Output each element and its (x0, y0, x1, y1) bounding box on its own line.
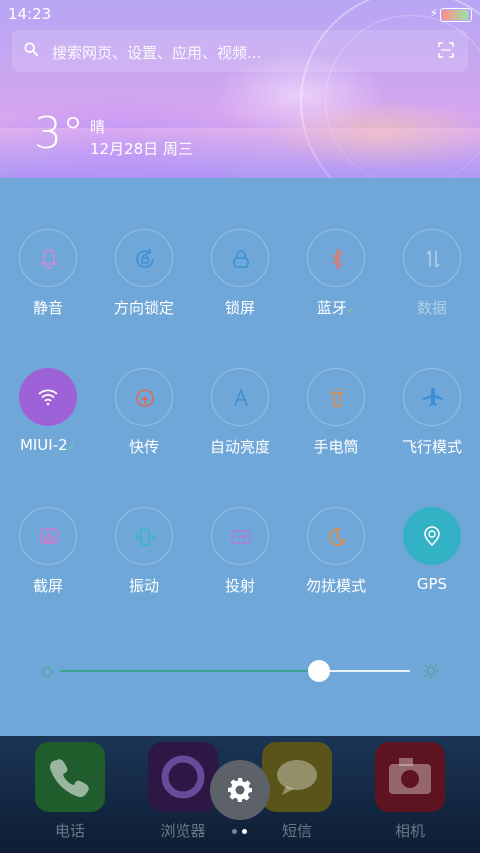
vibrate-icon (135, 528, 155, 546)
toggle-circle (19, 507, 77, 565)
settings-button[interactable] (210, 760, 270, 820)
toggle-circle (307, 229, 365, 287)
toggle-label-text: 蓝牙 (316, 299, 347, 317)
browser-icon (148, 742, 218, 812)
toggle-label: 飞行模式 (401, 438, 462, 456)
mobile-data-icon (426, 250, 440, 268)
toggle-auto-brightness[interactable]: 自动亮度 (192, 368, 288, 478)
toggle-airplane[interactable]: 飞行模式 (384, 368, 480, 478)
rotation-lock-icon (136, 249, 154, 268)
toggle-circle (307, 368, 365, 426)
toggle-label: 静音 (32, 299, 63, 317)
toggle-circle (115, 229, 173, 287)
toggle-circle (403, 229, 461, 287)
toggle-mute[interactable]: 静音 (0, 229, 96, 339)
toggle-mobile-data[interactable]: 数据 (384, 229, 480, 339)
toggle-label: 蓝牙✓ (288, 297, 384, 318)
check-icon: ✓ (346, 305, 356, 316)
toggle-label: 自动亮度 (209, 438, 270, 456)
date: 12月28日 周三 (90, 140, 193, 158)
app-label: 短信 (281, 822, 312, 840)
toggle-quick-transfer[interactable]: 快传 (96, 368, 192, 478)
app-label: 相机 (394, 822, 425, 840)
brightness-low-icon (42, 667, 52, 677)
message-icon (262, 742, 332, 812)
search-placeholder: 搜索网页、设置、应用、视频... (52, 44, 262, 62)
wifi-icon (38, 389, 58, 406)
toggle-label: 锁屏 (224, 299, 255, 317)
weather-condition: 晴 (90, 118, 106, 136)
page-indicator-dot (232, 829, 237, 834)
toggle-label: 方向锁定 (113, 299, 174, 317)
battery-icon (440, 8, 472, 22)
gear-icon (228, 778, 252, 802)
toggle-gps[interactable]: GPS (384, 507, 480, 617)
flashlight-icon (330, 388, 344, 407)
toggle-flashlight[interactable]: 手电筒 (288, 368, 384, 478)
app-label: 浏览器 (160, 822, 206, 840)
app-browser[interactable]: 浏览器 (147, 742, 219, 841)
auto-brightness-icon (234, 387, 248, 407)
toggle-label: 振动 (128, 577, 159, 595)
toggle-circle (19, 229, 77, 287)
toggle-label: 投射 (224, 577, 255, 595)
toggle-label: 快传 (128, 438, 159, 456)
check-icon: ✓ (67, 442, 77, 453)
toggle-wifi[interactable]: MIUI-2✓ (0, 368, 96, 478)
toggle-circle (211, 368, 269, 426)
toggle-circle (19, 368, 77, 426)
gps-icon (424, 526, 440, 547)
status-bar: 14:23 ⚡ (0, 0, 480, 28)
toggle-screenshot[interactable]: 截屏 (0, 507, 96, 617)
toggle-rotation-lock[interactable]: 方向锁定 (96, 229, 192, 339)
app-messages[interactable]: 短信 (261, 742, 333, 841)
app-phone[interactable]: 电话 (34, 742, 106, 841)
toggle-vibrate[interactable]: 振动 (96, 507, 192, 617)
toggle-label: GPS (416, 575, 448, 593)
scan-icon[interactable] (438, 42, 454, 58)
toggle-circle (403, 368, 461, 426)
quick-transfer-icon (136, 389, 154, 407)
toggle-label: MIUI-2✓ (0, 436, 96, 454)
cast-icon (231, 530, 251, 544)
brightness-high-icon (423, 663, 439, 679)
toggle-circle (403, 507, 461, 565)
lock-icon (233, 250, 249, 268)
screenshot-icon (40, 528, 58, 544)
page-indicator-dot-active (242, 829, 247, 834)
toggle-cast[interactable]: 投射 (192, 507, 288, 617)
toggle-label: 数据 (416, 299, 447, 317)
toggle-circle (307, 507, 365, 565)
toggle-do-not-disturb[interactable]: 勿扰模式 (288, 507, 384, 617)
search-icon (24, 42, 38, 56)
toggle-label-text: MIUI-2 (19, 436, 68, 454)
toggle-label: 截屏 (32, 577, 63, 595)
bluetooth-icon (331, 248, 344, 270)
toggle-circle (115, 507, 173, 565)
moon-icon (329, 528, 347, 546)
airplane-icon (423, 388, 443, 406)
toggle-label: 勿扰模式 (305, 577, 366, 595)
toggle-circle (211, 507, 269, 565)
toggle-circle (211, 229, 269, 287)
charging-icon: ⚡ (429, 6, 438, 20)
status-time: 14:23 (8, 5, 52, 23)
toggle-bluetooth[interactable]: 蓝牙✓ (288, 229, 384, 339)
toggle-label: 手电筒 (313, 438, 359, 456)
app-camera[interactable]: 相机 (374, 742, 446, 841)
bell-icon (40, 249, 58, 269)
slider-fill (60, 670, 319, 672)
app-label: 电话 (54, 822, 85, 840)
slider-thumb[interactable] (308, 660, 330, 682)
brightness-slider[interactable] (40, 660, 440, 682)
temperature: 3° (34, 108, 84, 159)
toggle-lock-screen[interactable]: 锁屏 (192, 229, 288, 339)
toggle-circle (115, 368, 173, 426)
search-bar[interactable]: 搜索网页、设置、应用、视频... (12, 30, 468, 72)
camera-icon (375, 742, 445, 812)
phone-icon (35, 742, 105, 812)
